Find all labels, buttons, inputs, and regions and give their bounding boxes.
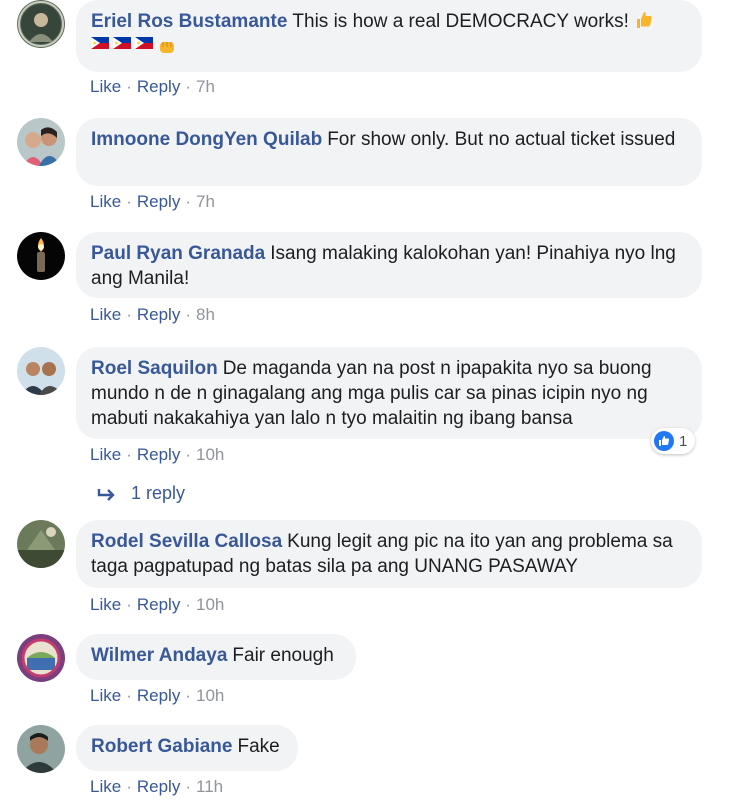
timestamp[interactable]: 7h <box>196 192 215 211</box>
timestamp[interactable]: 7h <box>196 77 215 96</box>
reaction-count: 1 <box>679 432 688 450</box>
reply-link[interactable]: Reply <box>137 777 180 796</box>
philippines-flag-emoji-icon <box>113 36 131 49</box>
comment-bubble: Paul Ryan Granada Isang malaking kalokoha… <box>76 232 702 298</box>
timestamp[interactable]: 10h <box>196 445 224 464</box>
comment-bubble: Imnoone DongYen Quilab For show only. But… <box>76 118 702 186</box>
like-link[interactable]: Like <box>90 305 121 324</box>
like-reaction-icon <box>654 431 674 451</box>
comment-author[interactable]: Robert Gabiane <box>91 736 232 757</box>
reaction-count-badge[interactable]: 1 <box>651 428 696 454</box>
like-link[interactable]: Like <box>90 686 121 705</box>
comment-author[interactable]: Paul Ryan Granada <box>91 243 265 264</box>
comment-actions: Like · Reply · 7h <box>90 192 215 211</box>
view-replies-link[interactable]: 1 reply <box>97 483 185 504</box>
avatar[interactable] <box>17 232 65 280</box>
avatar[interactable] <box>17 634 65 682</box>
thumbs-up-emoji-icon <box>637 12 652 28</box>
reply-link[interactable]: Reply <box>137 192 180 211</box>
like-link[interactable]: Like <box>90 595 121 614</box>
reply-link[interactable]: Reply <box>137 305 180 324</box>
comment-author[interactable]: Roel Saquilon <box>91 358 218 379</box>
avatar[interactable] <box>17 725 65 773</box>
timestamp[interactable]: 10h <box>196 595 224 614</box>
reply-arrow-icon <box>97 488 115 501</box>
comment-text: This is how a real DEMOCRACY works! <box>292 11 629 32</box>
comment-bubble: Eriel Ros Bustamante This is how a real D… <box>76 0 702 72</box>
fist-emoji-icon <box>160 41 174 53</box>
philippines-flag-emoji-icon <box>135 36 153 49</box>
like-link[interactable]: Like <box>90 777 121 796</box>
like-link[interactable]: Like <box>90 445 121 464</box>
avatar[interactable] <box>17 347 65 395</box>
replies-count-label[interactable]: 1 reply <box>131 483 185 504</box>
comment-author[interactable]: Wilmer Andaya <box>91 645 227 666</box>
comment-actions: Like · Reply · 10h <box>90 595 225 614</box>
reply-link[interactable]: Reply <box>137 445 180 464</box>
comment-text: Fake <box>237 736 280 757</box>
like-link[interactable]: Like <box>90 77 121 96</box>
comment-actions: Like · Reply · 10h <box>90 445 225 464</box>
comment-bubble: Rodel Sevilla Callosa Kung legit ang pic … <box>76 520 702 588</box>
comment-actions: Like · Reply · 11h <box>90 777 224 796</box>
avatar[interactable] <box>17 0 65 48</box>
comment-bubble: Robert Gabiane Fake <box>76 725 298 771</box>
comment-author[interactable]: Eriel Ros Bustamante <box>91 11 287 32</box>
flag-emojis <box>91 36 177 57</box>
comment-author[interactable]: Imnoone DongYen Quilab <box>91 129 322 150</box>
avatar[interactable] <box>17 520 65 568</box>
timestamp[interactable]: 8h <box>196 305 215 324</box>
timestamp[interactable]: 10h <box>196 686 224 705</box>
avatar[interactable] <box>17 118 65 166</box>
comment-text: For show only. But no actual ticket issu… <box>327 129 676 150</box>
comment-bubble: Roel Saquilon De maganda yan na post n ip… <box>76 347 702 439</box>
comment-actions: Like · Reply · 10h <box>90 686 225 705</box>
timestamp[interactable]: 11h <box>196 777 223 796</box>
comment-bubble: Wilmer Andaya Fair enough <box>76 634 356 680</box>
reply-link[interactable]: Reply <box>137 77 180 96</box>
like-link[interactable]: Like <box>90 192 121 211</box>
comment-text: Fair enough <box>232 645 334 666</box>
comment-actions: Like · Reply · 7h <box>90 77 215 96</box>
comment-actions: Like · Reply · 8h <box>90 305 215 324</box>
philippines-flag-emoji-icon <box>91 36 109 49</box>
comment-author[interactable]: Rodel Sevilla Callosa <box>91 531 282 552</box>
reply-link[interactable]: Reply <box>137 686 180 705</box>
reply-link[interactable]: Reply <box>137 595 180 614</box>
